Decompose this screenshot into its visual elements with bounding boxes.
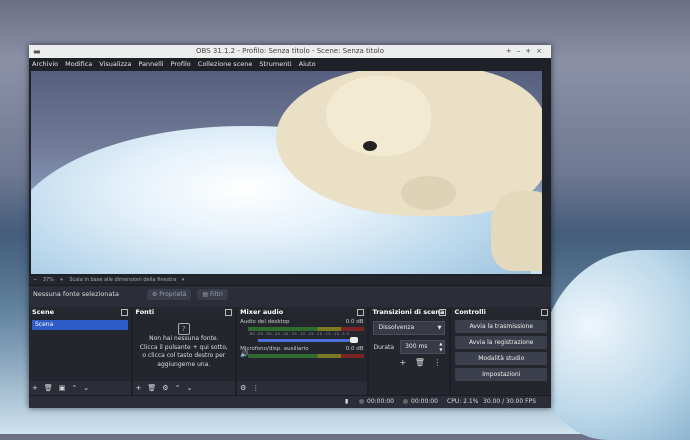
more-icon[interactable]: ⋮ xyxy=(252,384,259,392)
sources-dock: Fonti ? Non hai nessuna fonte. Clicca il… xyxy=(132,307,236,395)
empty-sources-message: ? Non hai nessuna fonte. Clicca il pulsa… xyxy=(139,323,228,368)
audio-meter xyxy=(248,354,365,358)
chevron-down-icon: ▼ xyxy=(437,325,442,331)
duration-label: Durata xyxy=(373,343,395,351)
undock-icon[interactable] xyxy=(541,309,549,316)
zoom-minus-icon[interactable]: − xyxy=(33,277,37,283)
fps-readout: 30.00 / 30.00 FPS xyxy=(483,398,536,405)
mixer-channel: Microfono/disp. ausiliario 0.0 dB xyxy=(237,344,367,361)
cpu-usage: CPU: 2.1% xyxy=(447,398,479,405)
signal-icon: ▮ xyxy=(345,398,349,405)
filter-icon[interactable]: ▣ xyxy=(59,384,66,392)
move-up-icon[interactable]: ⌃ xyxy=(71,384,77,392)
add-icon[interactable]: + xyxy=(32,384,38,392)
menu-collezione-scene[interactable]: Collezione scene xyxy=(198,58,253,70)
mixer-channel: Audio del desktop 0.0 dB -60 -55 -50 -45… xyxy=(237,317,367,344)
gear-icon[interactable]: ⚙ xyxy=(162,384,168,392)
settings-button[interactable]: Impostazioni xyxy=(455,368,548,381)
filters-button[interactable]: ▤ Filtri xyxy=(197,289,228,300)
polar-bear-nose xyxy=(363,141,377,151)
sources-title: Fonti xyxy=(135,308,155,316)
start-streaming-button[interactable]: Avvia la trasmissione xyxy=(455,320,548,333)
polar-bear-head xyxy=(326,76,431,156)
scenes-title: Scene xyxy=(32,308,54,316)
add-icon[interactable]: + xyxy=(399,358,406,367)
scale-mode-label[interactable]: Scala in base alle dimensioni della fine… xyxy=(69,277,176,283)
move-down-icon[interactable]: ⌄ xyxy=(83,384,89,392)
undock-icon[interactable] xyxy=(120,309,128,316)
rec-status: 00:00:00 xyxy=(403,396,438,408)
trash-icon[interactable]: 🗑 xyxy=(415,358,425,367)
window-menu-icon[interactable]: ▬ xyxy=(33,45,41,58)
menu-aiuto[interactable]: Aiuto xyxy=(299,58,316,70)
properties-button[interactable]: ⚙ Proprietà xyxy=(146,289,192,300)
more-icon[interactable]: ⋮ xyxy=(433,358,441,367)
move-up-icon[interactable]: ⌃ xyxy=(175,384,181,392)
add-icon[interactable]: + xyxy=(136,384,142,392)
menu-profilo[interactable]: Profilo xyxy=(171,58,191,70)
window-title: OBS 31.1.2 - Profilo: Senza titolo - Sce… xyxy=(196,47,384,55)
undock-icon[interactable] xyxy=(357,309,365,316)
menu-bar: Archivio Modifica Visualizza Pannelli Pr… xyxy=(29,58,551,70)
transitions-dock: Transizioni di scena Dissolvenza ▼ Durata… xyxy=(369,307,450,395)
mixer-title: Mixer audio xyxy=(240,308,284,316)
zoom-plus-icon[interactable]: + xyxy=(60,277,64,283)
studio-mode-button[interactable]: Modalità studio xyxy=(455,352,548,365)
polar-bear-paw xyxy=(401,176,456,210)
help-icon: ? xyxy=(177,323,190,335)
source-toolbar: Nessuna fonte selezionata ⚙ Proprietà ▤ … xyxy=(29,285,551,303)
preview-zoom-bar: − 37% + Scala in base alle dimensioni de… xyxy=(29,276,551,285)
meter-ticks: -60 -55 -50 -45 -40 -35 -30 -25 -20 -15 … xyxy=(248,332,350,336)
dock-area: Scene Scena + 🗑 ▣ ⌃ ⌄ Fonti ? Non hai ne… xyxy=(29,307,551,395)
audio-settings-icon[interactable]: ⚙ xyxy=(240,384,246,392)
trash-icon[interactable]: 🗑 xyxy=(147,384,156,392)
scene-item[interactable]: Scena xyxy=(32,320,128,330)
spinner-icon: ▲ ▼ xyxy=(439,341,443,352)
trash-icon[interactable]: 🗑 xyxy=(44,384,53,392)
transitions-title: Transizioni di scena xyxy=(372,308,445,316)
scenes-dock: Scene Scena + 🗑 ▣ ⌃ ⌄ xyxy=(29,307,131,395)
menu-modifica[interactable]: Modifica xyxy=(65,58,92,70)
status-bar: ▮ 00:00:00 00:00:00 CPU: 2.1% 30.00 / 30… xyxy=(29,395,551,408)
menu-strumenti[interactable]: Strumenti xyxy=(259,58,291,70)
duration-input[interactable]: 300 ms ▲ ▼ xyxy=(400,340,446,354)
controls-title: Controlli xyxy=(454,308,486,316)
transition-select[interactable]: Dissolvenza ▼ xyxy=(373,321,446,335)
controls-dock: Controlli Avvia la trasmissione Avvia la… xyxy=(451,307,551,395)
window-controls[interactable]: +–+× xyxy=(506,45,547,58)
preview-area: − 37% + Scala in base alle dimensioni de… xyxy=(29,70,551,285)
undock-icon[interactable] xyxy=(225,309,233,316)
menu-visualizza[interactable]: Visualizza xyxy=(99,58,131,70)
menu-pannelli[interactable]: Pannelli xyxy=(138,58,163,70)
audio-meter xyxy=(248,327,365,331)
undock-icon[interactable] xyxy=(439,309,447,316)
menu-archivio[interactable]: Archivio xyxy=(32,58,58,70)
polar-bear-leg xyxy=(491,191,542,271)
chevron-down-icon[interactable]: ▾ xyxy=(182,277,185,283)
obs-window: ▬ OBS 31.1.2 - Profilo: Senza titolo - S… xyxy=(29,45,551,408)
start-recording-button[interactable]: Avvia la registrazione xyxy=(455,336,548,349)
move-down-icon[interactable]: ⌄ xyxy=(186,384,192,392)
volume-slider[interactable] xyxy=(258,337,359,343)
no-source-label: Nessuna fonte selezionata xyxy=(33,290,119,298)
title-bar: ▬ OBS 31.1.2 - Profilo: Senza titolo - S… xyxy=(29,45,551,58)
zoom-value: 37% xyxy=(42,277,54,283)
preview-canvas[interactable] xyxy=(31,71,542,274)
mixer-dock: Mixer audio Audio del desktop 0.0 dB -60… xyxy=(237,307,368,395)
stream-status: 00:00:00 xyxy=(359,396,394,408)
